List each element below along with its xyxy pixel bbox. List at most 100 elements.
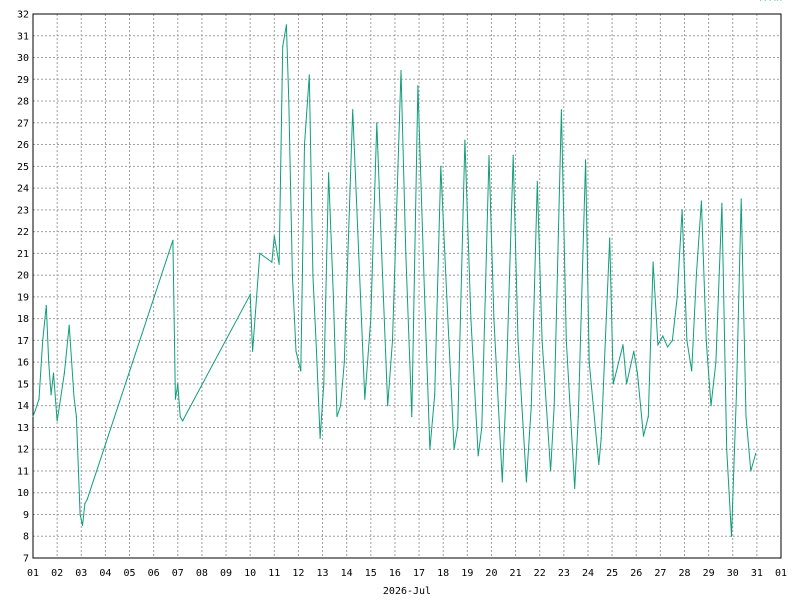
- y-tick-label: 8: [23, 532, 29, 543]
- x-tick-label: 25: [606, 568, 618, 579]
- data-point: [300, 370, 302, 372]
- data-point: [336, 415, 338, 418]
- data-point: [501, 481, 503, 483]
- y-tick-label: 11: [17, 466, 29, 477]
- x-tick-label: 16: [389, 568, 401, 579]
- data-point: [285, 24, 287, 26]
- data-point: [755, 452, 757, 455]
- data-point: [541, 339, 543, 341]
- data-point: [612, 383, 614, 385]
- x-tick-label: 18: [437, 568, 449, 579]
- data-point: [68, 324, 70, 326]
- data-point: [48, 361, 50, 363]
- x-tick-label: 22: [534, 568, 546, 579]
- y-tick-label: 19: [17, 292, 29, 303]
- x-tick-label: 08: [196, 568, 208, 579]
- x-tick-label: 24: [582, 568, 594, 579]
- data-point: [358, 252, 360, 254]
- data-point: [769, 0, 771, 1]
- data-point: [45, 304, 47, 307]
- data-point: [457, 426, 459, 429]
- data-point: [565, 339, 567, 341]
- y-tick-label: 21: [17, 249, 29, 260]
- y-tick-label: 9: [23, 510, 29, 521]
- data-point: [271, 261, 273, 263]
- data-point: [312, 274, 314, 276]
- x-tick-label: 28: [678, 568, 690, 579]
- x-tick-label: 26: [630, 568, 642, 579]
- x-tick-label: 05: [123, 568, 135, 579]
- data-point: [574, 487, 576, 489]
- data-point: [323, 383, 325, 385]
- data-point: [319, 437, 321, 439]
- y-tick-label: 12: [17, 445, 29, 456]
- data-point: [470, 318, 472, 320]
- data-point: [584, 159, 587, 161]
- data-point: [84, 503, 86, 505]
- data-point: [505, 394, 507, 396]
- y-tick-label: 13: [17, 423, 29, 434]
- data-point: [598, 463, 600, 466]
- data-point: [666, 346, 669, 348]
- data-point: [588, 361, 590, 363]
- data-point: [715, 361, 717, 363]
- data-point: [622, 344, 624, 346]
- x-tick-label: 13: [317, 568, 329, 579]
- y-tick-label: 24: [17, 184, 29, 195]
- data-point: [282, 46, 284, 48]
- data-point: [172, 239, 174, 241]
- data-point: [691, 370, 693, 372]
- data-point: [434, 394, 436, 396]
- data-point: [530, 405, 532, 407]
- x-tick-label: 27: [654, 568, 666, 579]
- data-point: [291, 274, 293, 276]
- data-point: [315, 350, 318, 352]
- data-point: [34, 409, 37, 411]
- data-point: [249, 294, 251, 296]
- x-tick-label: 10: [244, 568, 256, 579]
- data-point: [745, 415, 747, 418]
- y-tick-label: 30: [17, 53, 29, 64]
- x-tick-label: 30: [727, 568, 739, 579]
- data-point: [633, 350, 635, 352]
- data-point: [182, 420, 184, 422]
- data-point: [56, 420, 58, 422]
- data-point: [536, 180, 538, 183]
- data-point: [636, 372, 639, 374]
- data-point: [609, 237, 611, 239]
- data-point: [776, 0, 778, 1]
- data-point: [370, 318, 372, 320]
- data-point: [381, 252, 383, 254]
- data-point: [423, 274, 425, 276]
- x-tick-label: 19: [461, 568, 473, 579]
- data-point: [38, 398, 40, 400]
- data-point: [481, 426, 483, 429]
- x-tick-label: 21: [510, 568, 522, 579]
- data-point: [308, 74, 310, 76]
- data-point: [553, 405, 555, 407]
- x-tick-label: 15: [365, 568, 377, 579]
- data-point: [662, 335, 664, 337]
- x-tick-label: 02: [51, 568, 63, 579]
- data-point: [759, 0, 762, 1]
- data-point: [652, 261, 654, 263]
- data-point: [735, 394, 737, 396]
- data-point: [295, 350, 297, 352]
- data-point: [343, 361, 345, 363]
- data-point: [642, 435, 645, 437]
- data-point: [647, 415, 649, 418]
- data-point: [721, 202, 723, 204]
- y-tick-label: 23: [17, 205, 29, 216]
- y-tick-label: 16: [17, 358, 29, 369]
- data-point: [278, 263, 280, 265]
- data-point: [750, 470, 752, 472]
- data-point: [488, 154, 490, 157]
- x-tick-label: 12: [292, 568, 304, 579]
- data-point: [417, 85, 419, 87]
- y-tick-label: 31: [17, 31, 29, 42]
- x-tick-label: 01: [27, 568, 39, 579]
- data-point: [464, 139, 466, 141]
- data-point: [525, 481, 528, 483]
- data-point: [303, 143, 306, 146]
- x-tick-label: 31: [751, 568, 763, 579]
